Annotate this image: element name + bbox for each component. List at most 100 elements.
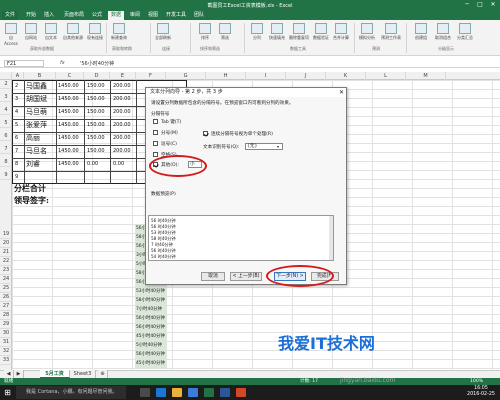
maximize-button[interactable]: □ (475, 1, 485, 9)
column-header[interactable]: D (84, 72, 110, 80)
fx-icon[interactable]: fx (60, 60, 65, 66)
cell-value[interactable]: 200.00 (113, 134, 131, 143)
word-taskbar-icon[interactable] (220, 388, 230, 397)
column-header[interactable]: L (366, 72, 406, 80)
cell-value[interactable]: 1450.00 (58, 121, 79, 130)
row-header[interactable]: 32 (0, 347, 12, 356)
row-header[interactable]: 19 (0, 230, 12, 239)
row-header[interactable]: 8 (0, 158, 12, 167)
row-header[interactable]: 25 (0, 284, 12, 293)
row-header[interactable]: 23 (0, 266, 12, 275)
row-header[interactable]: 7 (0, 145, 12, 154)
cell-f-value[interactable]: 53小时40分钟 (136, 288, 165, 294)
column-header[interactable]: G (166, 72, 206, 80)
row-header[interactable]: 24 (0, 275, 12, 284)
cell-f-value[interactable]: 5小时40分钟 (136, 342, 162, 348)
existing-connections-button[interactable]: 现有连接 (86, 23, 104, 43)
formula-input[interactable]: '56小时40分钟 (80, 60, 114, 67)
cell-name[interactable]: 马旦名 (26, 147, 47, 156)
row-header[interactable]: 2 (0, 80, 12, 89)
from-other-sources-button[interactable]: 自其他来源 (62, 23, 84, 43)
edge-browser-icon[interactable] (156, 388, 166, 397)
tab-page-layout[interactable]: 页面布局 (62, 11, 86, 20)
new-query-button[interactable]: 新建查询 (110, 23, 128, 43)
from-text-button[interactable]: 自文本 (42, 23, 60, 43)
column-header[interactable]: M (406, 72, 446, 80)
chevron-down-icon[interactable]: ▾ (277, 144, 279, 149)
zoom-level[interactable]: 100% (470, 378, 483, 385)
row-header[interactable]: 20 (0, 239, 12, 248)
task-view-icon[interactable] (140, 388, 150, 397)
cell-f-value[interactable]: 45小时40分钟 (136, 360, 165, 366)
row-header[interactable]: 3 (0, 93, 12, 102)
cell-value[interactable]: 1450.00 (58, 134, 79, 143)
group-button[interactable]: 创建组 (412, 23, 430, 43)
from-web-button[interactable]: 自网站 (22, 23, 40, 43)
cell-name[interactable]: 高丽 (26, 134, 40, 143)
space-checkbox[interactable] (153, 152, 158, 157)
cell-value[interactable]: 150.00 (87, 82, 105, 91)
cortana-search-box[interactable]: 我是 Cortana，小娜。有问题尽管问我。 (16, 386, 126, 399)
sheet-tab[interactable]: Sheet3 (70, 370, 96, 378)
row-header[interactable]: 22 (0, 257, 12, 266)
flash-fill-button[interactable]: 快速填充 (268, 23, 286, 43)
cell-name[interactable]: 马国鑫 (26, 82, 47, 91)
row-header[interactable]: 29 (0, 320, 12, 329)
refresh-all-button[interactable]: 全部刷新 (154, 23, 172, 43)
dialog-close-icon[interactable]: ✕ (339, 88, 344, 97)
cell-name[interactable]: 张爱萍 (26, 121, 47, 130)
tab-checkbox[interactable] (153, 119, 158, 124)
tab-view[interactable]: 视图 (146, 11, 160, 20)
ungroup-button[interactable]: 取消组合 (434, 23, 452, 43)
remove-duplicates-button[interactable]: 删除重复项 (288, 23, 310, 43)
sort-button[interactable]: 排序 (196, 23, 214, 43)
cell-value[interactable]: 1450.00 (58, 95, 79, 104)
cancel-button[interactable]: 取消 (201, 272, 225, 281)
minimize-button[interactable]: ─ (462, 1, 472, 9)
windows-start-icon[interactable]: ⊞ (2, 387, 13, 398)
subtotal-button[interactable]: 分类汇总 (456, 23, 474, 43)
store-icon[interactable] (188, 388, 198, 397)
name-box[interactable]: F21 (4, 60, 44, 67)
cell-value[interactable]: 150.00 (87, 147, 105, 156)
cell-name[interactable]: 胡国斌 (26, 95, 47, 104)
cell-value[interactable]: 200.00 (113, 95, 131, 104)
tab-file[interactable]: 文件 (2, 11, 18, 20)
row-header[interactable]: 9 (0, 171, 12, 180)
column-header[interactable]: K (326, 72, 366, 80)
data-validation-button[interactable]: 数据验证 (312, 23, 330, 43)
cell-value[interactable]: 200.00 (113, 147, 131, 156)
cell-value[interactable]: 150.00 (87, 121, 105, 130)
sheet-tab[interactable]: 5月工资 (40, 370, 70, 378)
cell-f-value[interactable]: 58小时40分钟 (136, 297, 165, 303)
sheet-nav-right-icon[interactable]: ▶ (14, 370, 24, 378)
row-header[interactable]: 5 (0, 119, 12, 128)
comma-checkbox[interactable] (153, 141, 158, 146)
column-header[interactable]: C (56, 72, 84, 80)
cell-value[interactable]: 200.00 (113, 82, 131, 91)
excel-taskbar-icon[interactable] (204, 388, 214, 397)
cell-name[interactable]: 刘睿 (26, 160, 40, 169)
close-button[interactable]: ✕ (488, 1, 498, 9)
tab-team[interactable]: 团队 (192, 11, 206, 20)
app-taskbar-icon[interactable] (236, 388, 246, 397)
row-header[interactable]: 28 (0, 311, 12, 320)
filter-button[interactable]: 筛选 (216, 23, 234, 43)
row-header[interactable]: 33 (0, 356, 12, 365)
cell-value[interactable]: 1450.00 (58, 160, 79, 169)
cell-value[interactable]: 200.00 (113, 121, 131, 130)
cell-value[interactable]: 150.00 (87, 95, 105, 104)
cell-f-value[interactable]: 56小时40分钟 (136, 324, 165, 330)
row-header[interactable]: 27 (0, 302, 12, 311)
column-header[interactable]: I (246, 72, 286, 80)
what-if-analysis-button[interactable]: 模拟分析 (358, 23, 376, 43)
cell-value[interactable]: 1450.00 (58, 108, 79, 117)
cell-value[interactable]: 150.00 (87, 134, 105, 143)
column-header[interactable]: E (110, 72, 136, 80)
cell-f-value[interactable]: 56小时40分钟 (136, 351, 165, 357)
cell-value[interactable]: 0.00 (87, 160, 98, 169)
forecast-sheet-button[interactable]: 预测工作表 (380, 23, 402, 43)
cell-value[interactable]: 150.00 (87, 108, 105, 117)
tab-formulas[interactable]: 公式 (90, 11, 104, 20)
select-all-corner[interactable] (0, 72, 12, 80)
